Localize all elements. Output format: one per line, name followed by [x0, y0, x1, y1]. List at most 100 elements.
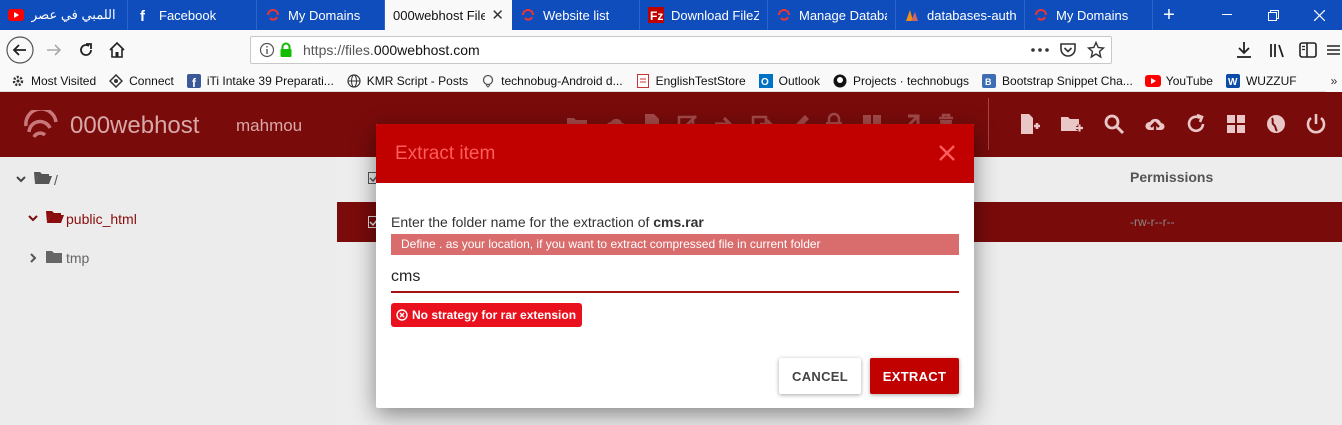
search-icon[interactable] [1102, 112, 1126, 136]
filezilla-icon: Fz [648, 7, 664, 23]
bookmark-label: iTi Intake 39 Preparati... [206, 73, 334, 88]
tree-item-public-html[interactable]: public_html [26, 210, 137, 227]
brand: 000webhost [20, 110, 199, 142]
facebook-icon: f [136, 7, 152, 23]
tab-title: My Domains [1056, 7, 1129, 23]
folder-name-input[interactable] [391, 262, 959, 293]
bookmark-technobug[interactable]: technobug-Android d... [480, 73, 623, 89]
downloads-icon[interactable] [1230, 36, 1258, 64]
svg-text:f: f [140, 8, 146, 22]
power-icon[interactable] [1304, 112, 1328, 136]
sidebar-icon[interactable] [1294, 36, 1322, 64]
forward-button[interactable] [40, 36, 68, 64]
000webhost-icon [265, 7, 281, 23]
bookmark-bootstrap[interactable]: B Bootstrap Snippet Cha... [981, 73, 1133, 89]
bookmark-label: Connect [129, 73, 174, 88]
close-icon[interactable] [938, 144, 956, 162]
folder-open-icon [46, 210, 64, 227]
browser-tab[interactable]: Manage Databa [768, 0, 896, 30]
bookmark-label: YouTube [1165, 73, 1213, 88]
bootstrap-icon: B [981, 73, 997, 89]
minimize-button[interactable] [1204, 0, 1250, 30]
info-icon[interactable] [259, 41, 275, 59]
000webhost-logo-icon [24, 110, 58, 139]
dialog-header: Extract item [376, 124, 974, 183]
new-tab-button[interactable]: + [1153, 0, 1185, 30]
pocket-icon[interactable] [1059, 41, 1077, 59]
page-icon [635, 73, 651, 89]
grid-view-icon[interactable] [1224, 112, 1248, 136]
bookmark-label: KMR Script - Posts [366, 73, 469, 88]
cancel-button[interactable]: CANCEL [779, 358, 861, 394]
browser-tab[interactable]: My Domains [257, 0, 385, 30]
new-folder-icon[interactable] [1060, 112, 1084, 136]
bookmark-englishteststore[interactable]: EnglishTestStore [635, 73, 746, 89]
close-window-button[interactable] [1296, 0, 1342, 30]
facebook-icon: f [186, 73, 202, 89]
navigation-bar: https://files.000webhost.com [0, 30, 1342, 70]
header-separator [988, 98, 989, 150]
tree-item-root[interactable]: / [14, 171, 58, 188]
bookmark-wuzzuf[interactable]: W WUZZUF [1225, 73, 1297, 89]
globe-icon [346, 73, 362, 89]
extract-button[interactable]: EXTRACT [870, 358, 959, 394]
folder-open-icon [34, 171, 52, 188]
tree-label: public_html [66, 210, 137, 227]
refresh-icon[interactable] [1184, 112, 1208, 136]
bookmarks-overflow-icon[interactable]: » [1326, 70, 1342, 92]
upload-cloud-icon[interactable] [1143, 112, 1167, 136]
tab-title: اللمبي في عصر [31, 7, 116, 22]
tree-item-tmp[interactable]: tmp [26, 250, 89, 266]
browser-tab-strip: اللمبي في عصر f Facebook My Domains 000w… [0, 0, 1342, 30]
000webhost-icon [1033, 7, 1049, 23]
bookmark-iti[interactable]: f iTi Intake 39 Preparati... [186, 73, 334, 89]
user-name: mahmou [236, 116, 303, 135]
lock-icon [279, 41, 293, 59]
language-globe-icon[interactable] [1264, 112, 1288, 136]
browser-tab[interactable]: Fz Download FileZil [640, 0, 768, 30]
browser-tab[interactable]: databases-auth. [896, 0, 1025, 30]
browser-tab-active[interactable]: 000webhost File M ✕ [385, 0, 512, 30]
restore-button[interactable] [1250, 0, 1296, 30]
address-bar[interactable]: https://files.000webhost.com [250, 36, 1112, 64]
youtube-icon [8, 7, 24, 23]
page-actions-icon[interactable] [1031, 41, 1049, 59]
dialog-title: Extract item [395, 143, 496, 164]
location-hint: Define . as your location, if you want t… [391, 234, 959, 255]
home-button[interactable] [103, 36, 131, 64]
bookmark-star-icon[interactable] [1087, 41, 1105, 59]
new-file-icon[interactable] [1017, 112, 1041, 136]
bookmark-connect[interactable]: Connect [108, 73, 174, 89]
bookmark-most-visited[interactable]: Most Visited [10, 73, 96, 89]
svg-text:W: W [1228, 77, 1238, 88]
android-icon [480, 73, 496, 89]
chevron-down-icon[interactable] [26, 215, 40, 222]
library-icon[interactable] [1264, 36, 1292, 64]
folder-icon [46, 250, 62, 266]
svg-text:Fz: Fz [650, 9, 663, 23]
bookmark-label: WUZZUF [1245, 73, 1297, 88]
bookmark-projects[interactable]: Projects · technobugs [832, 73, 969, 89]
tab-title: Manage Databa [799, 7, 887, 23]
bookmark-outlook[interactable]: O Outlook [758, 73, 820, 89]
bookmark-label: technobug-Android d... [501, 73, 623, 88]
tab-title: Website list [543, 7, 610, 23]
wuzzuf-icon: W [1225, 73, 1241, 89]
000webhost-icon [520, 7, 536, 23]
browser-tab[interactable]: My Domains [1025, 0, 1153, 30]
tab-title: Facebook [159, 7, 217, 23]
browser-tab[interactable]: f Facebook [128, 0, 257, 30]
menu-icon[interactable] [1326, 36, 1340, 64]
reload-button[interactable] [72, 36, 100, 64]
close-tab-icon[interactable]: ✕ [491, 6, 504, 24]
chevron-right-icon[interactable] [26, 253, 40, 263]
archive-filename: cms.rar [653, 214, 704, 230]
permissions-column-header[interactable]: Permissions [1130, 169, 1213, 185]
bookmark-label: Projects · technobugs [852, 73, 970, 88]
bookmark-kmr[interactable]: KMR Script - Posts [346, 73, 468, 89]
browser-tab[interactable]: اللمبي في عصر [0, 0, 128, 30]
chevron-down-icon[interactable] [14, 176, 28, 183]
bookmark-youtube[interactable]: YouTube [1144, 73, 1213, 89]
browser-tab[interactable]: Website list [512, 0, 640, 30]
back-button[interactable] [6, 36, 34, 64]
